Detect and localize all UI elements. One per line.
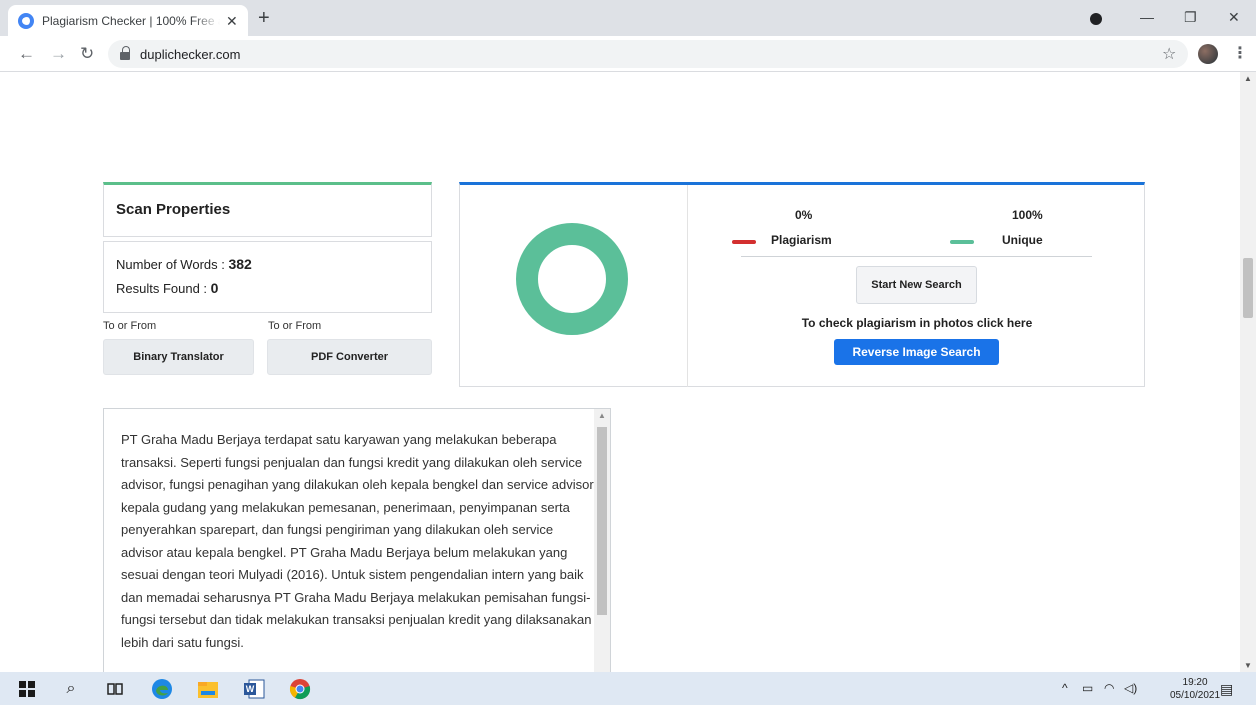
battery-icon[interactable]: ▭ <box>1082 681 1093 695</box>
restore-icon[interactable]: ❐ <box>1184 8 1197 26</box>
results-found: Results Found : 0 <box>116 280 218 296</box>
word-icon[interactable]: W <box>242 678 266 700</box>
forward-arrow-icon[interactable]: → <box>50 44 67 64</box>
address-bar[interactable]: duplichecker.com <box>108 40 1188 68</box>
scroll-down-icon[interactable]: ▼ <box>1244 661 1252 670</box>
task-view-icon[interactable] <box>104 678 126 700</box>
plagiarism-label: Plagiarism <box>771 233 832 247</box>
edge-icon[interactable] <box>150 678 174 700</box>
photo-check-text: To check plagiarism in photos click here <box>801 316 1033 330</box>
file-explorer-icon[interactable] <box>196 678 220 700</box>
chrome-icon[interactable] <box>288 678 312 700</box>
minimize-icon[interactable]: — <box>1140 8 1154 26</box>
browser-toolbar: ← → ↻ duplichecker.com ☆ ⋮ <box>0 36 1256 72</box>
panel-divider <box>687 185 688 387</box>
page-viewport: Scan Properties Number of Words : 382 Re… <box>0 72 1240 672</box>
unique-percent: 100% <box>1012 208 1043 222</box>
content-text: PT Graha Madu Berjaya terdapat satu kary… <box>121 432 597 650</box>
results-found-value: 0 <box>210 280 219 296</box>
scan-properties-title: Scan Properties <box>116 201 231 218</box>
lock-icon[interactable] <box>120 46 130 60</box>
svg-text:W: W <box>246 684 255 694</box>
avatar[interactable] <box>1198 44 1218 64</box>
scroll-up-icon[interactable]: ▲ <box>1244 74 1252 83</box>
reload-icon[interactable]: ↻ <box>80 44 94 64</box>
clock-time: 19:20 <box>1182 677 1208 688</box>
unique-legend-swatch <box>950 240 974 244</box>
google-g-icon <box>18 12 34 29</box>
result-panel: 0% 100% Plagiarism Unique Start New Sear… <box>459 182 1145 387</box>
scan-stats: Number of Words : 382 Results Found : 0 <box>103 241 432 313</box>
wifi-icon[interactable]: ◠ <box>1104 681 1114 695</box>
word-count: Number of Words : 382 <box>116 256 252 272</box>
content-textarea[interactable]: PT Graha Madu Berjaya terdapat satu kary… <box>103 408 611 672</box>
page-scrollbar[interactable]: ▲ ▼ <box>1240 72 1256 672</box>
plus-icon[interactable]: + <box>258 8 270 28</box>
windows-taskbar: ⌕ W ^ ▭ ◠ ◁) 19:20 05/10/2021 ▤ <box>0 672 1256 705</box>
to-from-label-1: To or From <box>103 320 157 332</box>
word-count-label: Number of Words : <box>116 257 229 272</box>
profile-indicator-icon[interactable] <box>1090 13 1102 25</box>
search-icon[interactable]: ⌕ <box>60 678 82 700</box>
results-found-label: Results Found : <box>116 281 211 296</box>
textarea-scroll-thumb[interactable] <box>597 427 607 615</box>
scan-properties-header: Scan Properties <box>103 182 432 237</box>
notification-icon[interactable]: ▤ <box>1220 681 1233 698</box>
textarea-scrollbar[interactable]: ▲ <box>594 409 610 672</box>
star-icon[interactable]: ☆ <box>1162 44 1176 64</box>
system-clock[interactable]: 19:20 05/10/2021 <box>1170 676 1220 702</box>
windows-start-icon[interactable] <box>16 678 38 700</box>
legend-divider <box>741 256 1092 257</box>
pdf-converter-button[interactable]: PDF Converter <box>267 339 432 375</box>
plagiarism-percent: 0% <box>795 208 813 222</box>
window-close-icon[interactable]: ✕ <box>1228 8 1240 26</box>
clock-date: 05/10/2021 <box>1170 690 1221 701</box>
browser-tab[interactable]: Plagiarism Checker | 100% Free a ✕ <box>8 5 248 36</box>
tab-strip: Plagiarism Checker | 100% Free a ✕ + — ❐… <box>0 0 1256 36</box>
url-text[interactable]: duplichecker.com <box>140 47 240 62</box>
plagiarism-legend-swatch <box>732 240 756 244</box>
kebab-menu-icon[interactable]: ⋮ <box>1232 43 1248 63</box>
scroll-up-icon[interactable]: ▲ <box>598 411 606 420</box>
unique-label: Unique <box>1002 233 1043 247</box>
binary-translator-button[interactable]: Binary Translator <box>103 339 254 375</box>
reverse-image-search-button[interactable]: Reverse Image Search <box>834 339 999 365</box>
start-new-search-button[interactable]: Start New Search <box>856 266 977 304</box>
result-donut-chart <box>516 223 628 335</box>
tab-title: Plagiarism Checker | 100% Free a <box>42 13 220 28</box>
to-from-label-2: To or From <box>268 320 322 332</box>
chevron-up-icon[interactable]: ^ <box>1062 681 1068 695</box>
back-arrow-icon[interactable]: ← <box>18 44 35 64</box>
donut-unique-slice <box>516 223 628 335</box>
page-scroll-thumb[interactable] <box>1243 258 1253 318</box>
word-count-value: 382 <box>228 256 252 272</box>
close-icon[interactable]: ✕ <box>226 14 238 28</box>
volume-icon[interactable]: ◁) <box>1124 681 1137 695</box>
